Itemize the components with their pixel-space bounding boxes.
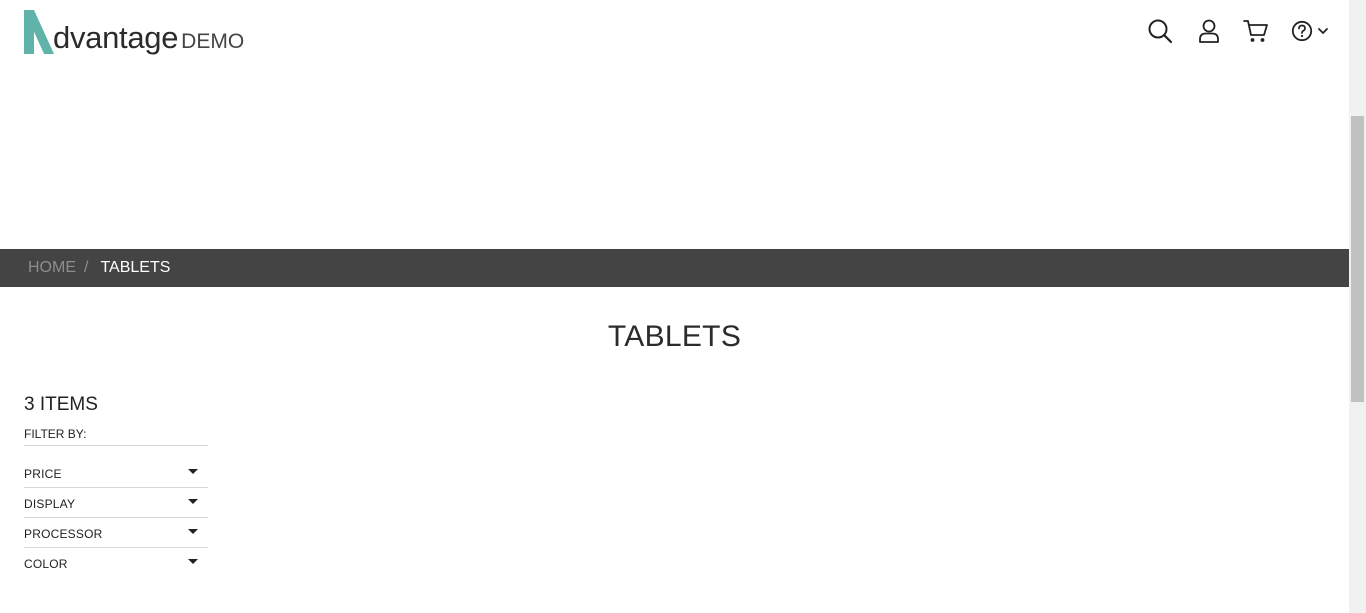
filter-by-label: FILTER BY: (24, 427, 87, 441)
filter-label: PRICE (24, 467, 62, 481)
page: dvantage DEMO HOME / TABLETS TABLETS 3 I… (0, 0, 1349, 613)
breadcrumb: HOME / TABLETS (0, 249, 1349, 287)
items-count: 3 ITEMS (24, 394, 98, 415)
filter-display[interactable]: DISPLAY (24, 488, 208, 518)
caret-down-icon[interactable] (188, 529, 198, 534)
breadcrumb-home-link[interactable]: HOME (28, 259, 76, 277)
scrollbar-thumb[interactable] (1351, 116, 1364, 402)
filter-price[interactable]: PRICE (24, 458, 208, 488)
logo-word: dvantage (53, 20, 179, 55)
caret-down-icon[interactable] (188, 469, 198, 474)
caret-down-icon[interactable] (188, 499, 198, 504)
page-title: TABLETS (607, 320, 742, 353)
breadcrumb-separator: / (84, 259, 89, 276)
filter-label: PROCESSOR (24, 527, 103, 541)
caret-down-icon[interactable] (188, 559, 198, 564)
user-icon[interactable] (1197, 18, 1221, 44)
logo[interactable]: dvantage DEMO (22, 10, 244, 56)
filter-label: DISPLAY (24, 497, 76, 511)
logo-demo-label: DEMO (181, 30, 245, 53)
search-icon[interactable] (1147, 18, 1173, 44)
logo-a-mark-icon (24, 10, 54, 54)
help-icon[interactable] (1291, 20, 1313, 42)
vertical-scrollbar[interactable] (1349, 0, 1366, 613)
breadcrumb-current: TABLETS (100, 259, 171, 276)
header-icons (1147, 18, 1329, 44)
cart-icon[interactable] (1243, 18, 1269, 44)
filter-color[interactable]: COLOR (24, 548, 208, 577)
filter-list: PRICE DISPLAY PROCESSOR COLOR (24, 458, 208, 577)
filter-label: COLOR (24, 557, 68, 571)
filter-divider (24, 445, 208, 446)
site-header: dvantage DEMO (0, 0, 1349, 70)
chevron-down-icon[interactable] (1317, 26, 1329, 36)
filter-processor[interactable]: PROCESSOR (24, 518, 208, 548)
